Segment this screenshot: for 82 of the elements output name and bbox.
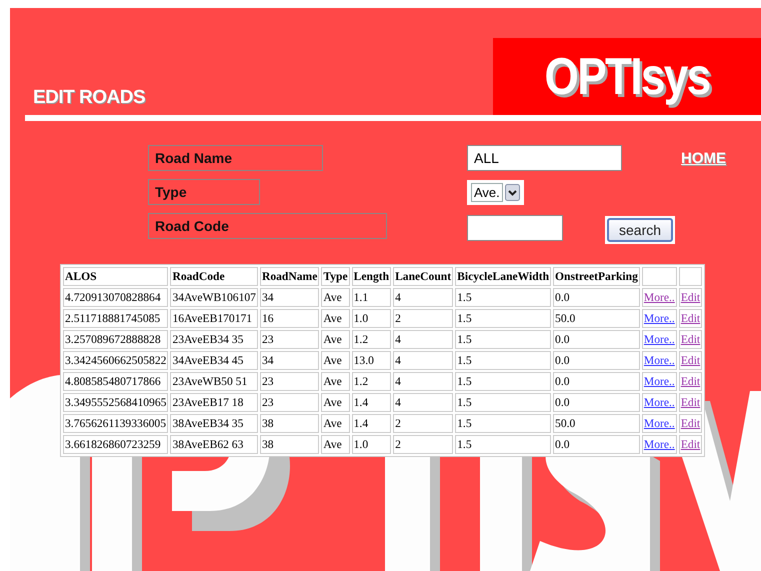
table-cell: 38AveEB62 63 (170, 435, 258, 454)
table-cell: 1.5 (455, 351, 552, 370)
column-header: ALOS (63, 267, 168, 286)
table-cell: Ave (321, 414, 350, 433)
table-cell: 23 (260, 372, 320, 391)
table-cell: 1.5 (455, 393, 552, 412)
table-cell: 34 (260, 351, 320, 370)
field-label: Road Code (148, 213, 387, 239)
table-cell: 2 (393, 414, 454, 433)
table-cell: 4.808585480717866 (63, 372, 168, 391)
table-cell: 4 (393, 372, 454, 391)
table-cell: 34AveWB106107 (170, 288, 258, 307)
table-cell: Ave (321, 288, 350, 307)
table-cell: 34AveEB34 45 (170, 351, 258, 370)
table-cell: 38AveEB34 35 (170, 414, 258, 433)
table-cell: 16 (260, 309, 320, 328)
table-cell: 1.4 (352, 393, 392, 412)
table-cell: 50.0 (553, 309, 640, 328)
table-cell: 4 (393, 330, 454, 349)
text-field[interactable] (467, 215, 563, 241)
table-cell: 0.0 (553, 351, 640, 370)
table-cell: 1.5 (455, 330, 552, 349)
type-dropdown[interactable]: Ave. (467, 180, 524, 204)
table-cell: 0.0 (553, 330, 640, 349)
table-cell: 1.0 (352, 309, 392, 328)
table-cell: 4.720913070828864 (63, 288, 168, 307)
table-cell: 0.0 (553, 372, 640, 391)
table-cell: 1.5 (455, 372, 552, 391)
table-cell: 16AveEB170171 (170, 309, 258, 328)
table-cell: 13.0 (352, 351, 392, 370)
column-header: Type (321, 267, 350, 286)
table-cell: 1.5 (455, 435, 552, 454)
table-cell: 23 (260, 393, 320, 412)
table-cell: 2.511718881745085 (63, 309, 168, 328)
table-cell: Ave (321, 435, 350, 454)
table-cell: 3.661826860723259 (63, 435, 168, 454)
field-label: Type (148, 179, 260, 205)
table-cell: 3.257089672888828 (63, 330, 168, 349)
text-field[interactable]: ALL (467, 145, 622, 171)
table-cell: 4 (393, 288, 454, 307)
table-cell: Ave (321, 309, 350, 328)
table-cell: 23AveEB34 35 (170, 330, 258, 349)
table-cell: Ave (321, 351, 350, 370)
table-cell: 4 (393, 351, 454, 370)
logo: OPTIsys (544, 46, 710, 106)
table-cell: 38 (260, 435, 320, 454)
table-cell: 1.1 (352, 288, 392, 307)
column-header: OnstreetParking (553, 267, 640, 286)
column-header: RoadCode (170, 267, 258, 286)
column-header: LaneCount (393, 267, 454, 286)
table-cell: 50.0 (553, 414, 640, 433)
table-cell: 2 (393, 435, 454, 454)
table-cell: 1.5 (455, 288, 552, 307)
table-cell: Ave (321, 330, 350, 349)
field-label: Road Name (148, 145, 323, 171)
search-button[interactable]: search (607, 218, 674, 242)
table-cell: 1.2 (352, 372, 392, 391)
table-cell: 1.0 (352, 435, 392, 454)
page-title: EDIT ROADS (33, 87, 146, 109)
table-cell: 23AveWB50 51 (170, 372, 258, 391)
column-header: BicycleLaneWidth (455, 267, 552, 286)
chevron-down-icon (504, 184, 520, 200)
table-cell: 3.7656261139336005 (63, 414, 168, 433)
table-cell: 1.4 (352, 414, 392, 433)
table-cell: 38 (260, 414, 320, 433)
table-cell: Ave (321, 372, 350, 391)
column-header: RoadName (260, 267, 320, 286)
table-cell: Ave (321, 393, 350, 412)
table-cell: 0.0 (553, 435, 640, 454)
table-cell: 1.5 (455, 309, 552, 328)
table-cell: 1.2 (352, 330, 392, 349)
column-header: Length (352, 267, 392, 286)
table-cell: 23 (260, 330, 320, 349)
table-cell: 3.3424560662505822 (63, 351, 168, 370)
table-cell: 2 (393, 309, 454, 328)
table-cell: 34 (260, 288, 320, 307)
table-cell: 0.0 (553, 393, 640, 412)
table-cell: 1.5 (455, 414, 552, 433)
table-cell: 23AveEB17 18 (170, 393, 258, 412)
table-cell: 4 (393, 393, 454, 412)
table-cell: 0.0 (553, 288, 640, 307)
table-cell: 3.3495552568410965 (63, 393, 168, 412)
